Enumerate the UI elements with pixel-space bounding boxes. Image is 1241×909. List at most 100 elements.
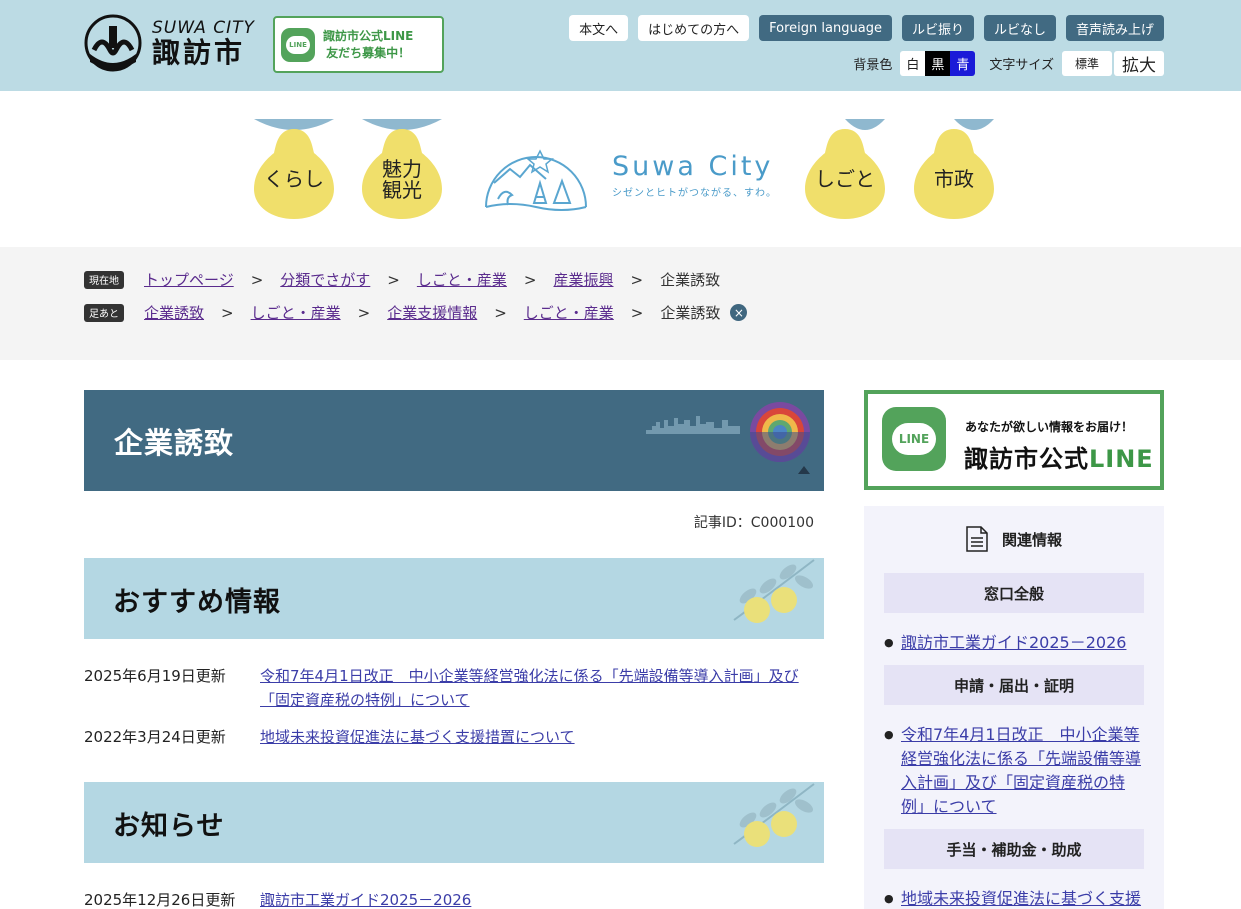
news-item: 2025年6月19日更新 令和7年4月1日改正 中小企業等経営強化法に係る「先端… xyxy=(84,664,824,712)
related-link[interactable]: 地域未来投資促進法に基づく支援 xyxy=(901,887,1141,909)
breadcrumb-separator: > xyxy=(523,270,537,289)
global-nav: くらし 魅力 観光 Suwa City シゼンとヒトがつながる、すわ。 しごと xyxy=(0,91,1241,247)
breadcrumb-history: 足あと 企業誘致 > しごと・産業 > 企業支援情報 > しごと・産業 > 企業… xyxy=(84,302,748,323)
breadcrumb-separator: > xyxy=(494,303,507,322)
related-link-item: ● 令和7年4月1日改正 中小企業等経営強化法に係る「先端設備等導入計画」及び「… xyxy=(884,723,1144,819)
breadcrumb-separator: > xyxy=(221,303,234,322)
breadcrumb-current: 現在地 トップページ > 分類でさがす > しごと・産業 > 産業振興 > 企業… xyxy=(84,269,720,290)
related-link-item: ● 諏訪市工業ガイド2025－2026 xyxy=(884,631,1144,655)
brand-tagline: シゼンとヒトがつながる、すわ。 xyxy=(612,188,777,199)
foreign-language-button[interactable]: Foreign language xyxy=(759,15,892,41)
nav-item-work[interactable]: しごと xyxy=(805,119,885,219)
logo-japanese: 諏訪市 xyxy=(152,35,246,69)
leaf-pear-decoration-icon xyxy=(733,783,815,847)
nav-item-living[interactable]: くらし xyxy=(254,119,334,219)
bg-black-button[interactable]: 黒 xyxy=(925,51,951,76)
bullet-icon: ● xyxy=(884,636,894,649)
page-title-bar: 企業誘致 xyxy=(84,390,824,491)
history-link-1[interactable]: 企業誘致 xyxy=(144,302,204,323)
bg-blue-button[interactable]: 青 xyxy=(950,51,976,76)
news-date: 2025年12月26日更新 xyxy=(84,891,236,909)
article-id: 記事ID：C000100 xyxy=(693,515,814,531)
history-link-4[interactable]: しごと・産業 xyxy=(524,302,614,323)
related-category: 申請・届出・証明 xyxy=(884,665,1144,705)
related-info-heading: 関連情報 xyxy=(864,526,1164,552)
text-size-label: 文字サイズ xyxy=(989,58,1054,73)
news-item: 2022年3月24日更新 地域未来投資促進法に基づく支援措置について xyxy=(84,725,824,749)
section-heading-notices: お知らせ xyxy=(84,782,824,863)
leaf-pear-decoration-icon xyxy=(733,559,815,623)
nav-label-living: くらし xyxy=(264,167,324,191)
suwa-emblem-icon xyxy=(84,14,142,72)
history-link-2[interactable]: しごと・産業 xyxy=(251,302,341,323)
history-tag: 足あと xyxy=(84,303,124,322)
first-visit-button[interactable]: はじめての方へ xyxy=(638,15,750,41)
breadcrumb-separator: > xyxy=(630,270,644,289)
breadcrumb-separator: > xyxy=(357,303,371,322)
nav-label-city-government: 市政 xyxy=(934,167,974,191)
nav-label-tourism-1: 魅力 xyxy=(382,157,422,181)
breadcrumb-separator: > xyxy=(250,270,264,289)
nav-label-tourism-2: 観光 xyxy=(382,178,422,202)
related-category: 窓口全般 xyxy=(884,573,1144,613)
line-banner-subtitle: あなたが欲しい情報をお届け！ xyxy=(965,420,1134,434)
section-title-notices: お知らせ xyxy=(113,811,225,842)
ruby-on-button[interactable]: ルビ振り xyxy=(901,15,974,41)
related-category: 手当・補助金・助成 xyxy=(884,829,1144,869)
ruby-off-button[interactable]: ルビなし xyxy=(983,15,1056,41)
related-link[interactable]: 令和7年4月1日改正 中小企業等経営強化法に係る「先端設備等導入計画」及び「固定… xyxy=(901,723,1144,819)
nav-item-tourism[interactable]: 魅力 観光 xyxy=(362,119,442,219)
clear-history-icon[interactable]: × xyxy=(730,304,748,321)
text-size-large-button[interactable]: 拡大 xyxy=(1114,51,1164,76)
main-content: 企業誘致 記事ID：C000100 おすすめ情報 2025年6月19日更新 令和… xyxy=(84,390,824,909)
news-date: 2022年3月24日更新 xyxy=(84,728,226,746)
history-current-page: 企業誘致 xyxy=(660,304,721,322)
breadcrumb-link-top[interactable]: トップページ xyxy=(144,269,234,290)
current-location-tag: 現在地 xyxy=(84,270,124,289)
breadcrumb-current-page: 企業誘致 xyxy=(660,271,721,289)
related-info-panel: 関連情報 窓口全般 ● 諏訪市工業ガイド2025－2026 申請・届出・証明 ●… xyxy=(864,506,1164,909)
related-info-title: 関連情報 xyxy=(1001,530,1062,549)
breadcrumb-link-category[interactable]: 分類でさがす xyxy=(280,269,370,290)
related-link-item: ● 地域未来投資促進法に基づく支援 xyxy=(884,887,1144,909)
sidebar: LINE あなたが欲しい情報をお届け！ 諏訪市公式LINE 関連情報 窓口全般 … xyxy=(864,390,1164,909)
news-item: 2025年12月26日更新 諏訪市工業ガイド2025－2026 xyxy=(84,888,824,909)
related-link[interactable]: 諏訪市工業ガイド2025－2026 xyxy=(901,631,1126,655)
site-logo[interactable]: SUWA CITY 諏訪市 xyxy=(84,14,255,72)
section-heading-recommended: おすすめ情報 xyxy=(84,558,824,639)
breadcrumb-separator: > xyxy=(630,303,644,322)
suwa-city-brand-icon xyxy=(485,149,587,211)
title-decoration-icon xyxy=(646,402,810,474)
bg-color-label: 背景色 xyxy=(853,58,893,73)
news-link[interactable]: 地域未来投資促進法に基づく支援措置について xyxy=(260,725,575,749)
news-date: 2025年6月19日更新 xyxy=(84,667,226,685)
page-title: 企業誘致 xyxy=(114,426,235,460)
news-link[interactable]: 諏訪市工業ガイド2025－2026 xyxy=(260,888,471,909)
breadcrumb-link-industry-promotion[interactable]: 産業振興 xyxy=(553,269,613,290)
line-banner-line2: 友だち募集中！ xyxy=(326,45,411,60)
breadcrumb-area: 現在地 トップページ > 分類でさがす > しごと・産業 > 産業振興 > 企業… xyxy=(0,247,1241,360)
breadcrumb-link-work-industry[interactable]: しごと・産業 xyxy=(417,269,507,290)
line-banner-line1: 諏訪市公式LINE xyxy=(323,28,414,43)
line-banner-title: 諏訪市公式LINE xyxy=(964,445,1154,473)
nav-label-work: しごと xyxy=(815,167,875,191)
logo-english: SUWA CITY xyxy=(152,17,255,38)
line-app-icon: LINE xyxy=(281,27,315,62)
news-link[interactable]: 令和7年4月1日改正 中小企業等経営強化法に係る「先端設備等導入計画」及び「固定… xyxy=(260,664,824,712)
history-link-3[interactable]: 企業支援情報 xyxy=(387,302,477,323)
line-app-icon: LINE xyxy=(882,407,946,471)
read-aloud-button[interactable]: 音声読み上げ xyxy=(1065,15,1164,41)
site-header: SUWA CITY 諏訪市 LINE 諏訪市公式LINE 友だち募集中！ 本文へ… xyxy=(0,0,1241,91)
nav-item-city-government[interactable]: 市政 xyxy=(914,119,994,219)
bg-white-button[interactable]: 白 xyxy=(900,51,926,76)
text-size-standard-button[interactable]: 標準 xyxy=(1062,51,1112,76)
line-official-banner[interactable]: LINE あなたが欲しい情報をお届け！ 諏訪市公式LINE xyxy=(864,390,1164,490)
skip-to-content-button[interactable]: 本文へ xyxy=(569,15,629,41)
document-icon xyxy=(966,526,988,552)
brand-wordmark: Suwa City シゼンとヒトがつながる、すわ。 xyxy=(612,151,777,199)
bullet-icon: ● xyxy=(884,892,894,905)
brand-name-en: Suwa City xyxy=(612,151,774,182)
breadcrumb-separator: > xyxy=(387,270,400,289)
section-title-recommended: おすすめ情報 xyxy=(113,587,281,618)
line-friend-banner[interactable]: LINE 諏訪市公式LINE 友だち募集中！ xyxy=(273,16,444,73)
